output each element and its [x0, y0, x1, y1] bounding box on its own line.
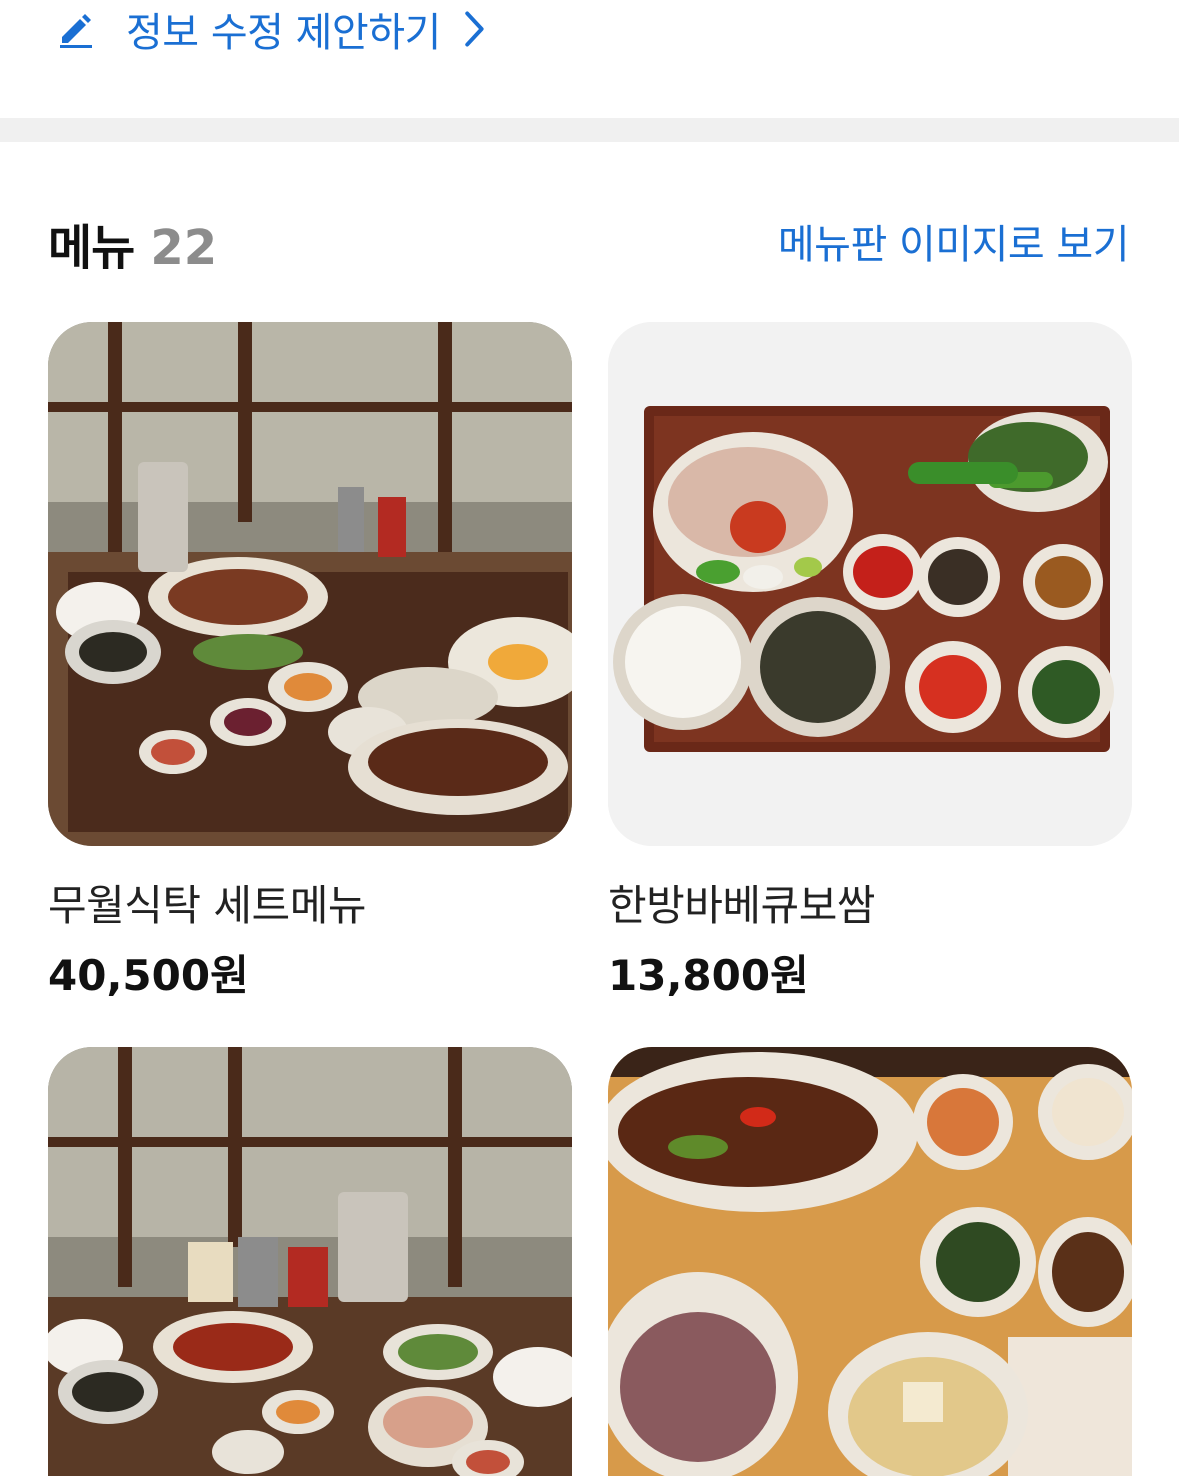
- menu-item-price: 13,800원: [608, 951, 809, 1000]
- menu-count: 22: [150, 220, 218, 276]
- menu-item-card[interactable]: [608, 1047, 1132, 1476]
- chevron-right-icon: [465, 11, 484, 47]
- menu-item-card[interactable]: [48, 1047, 572, 1476]
- menu-item-photo[interactable]: [48, 322, 572, 846]
- suggest-edit-link[interactable]: 정보 수정 제안하기: [56, 0, 525, 58]
- view-menu-board-link[interactable]: 메뉴판 이미지로 보기: [778, 212, 1130, 270]
- menu-item-price: 40,500원: [48, 951, 249, 1000]
- menu-title: 메뉴: [48, 220, 135, 276]
- menu-item-photo[interactable]: [48, 1047, 572, 1476]
- section-divider: [0, 118, 1179, 142]
- menu-item-photo[interactable]: [608, 322, 1132, 846]
- menu-item-card[interactable]: 무월식탁 세트메뉴 40,500원: [48, 322, 572, 1000]
- menu-item-name: 한방바베큐보쌈: [608, 881, 875, 930]
- menu-section-header: 메뉴 22: [48, 208, 217, 278]
- menu-item-card[interactable]: 한방바베큐보쌈 13,800원: [608, 322, 1132, 1000]
- menu-item-photo[interactable]: [608, 1047, 1132, 1476]
- pencil-icon: [60, 14, 92, 48]
- menu-item-name: 무월식탁 세트메뉴: [48, 881, 366, 930]
- suggest-edit-label: 정보 수정 제안하기: [126, 10, 441, 56]
